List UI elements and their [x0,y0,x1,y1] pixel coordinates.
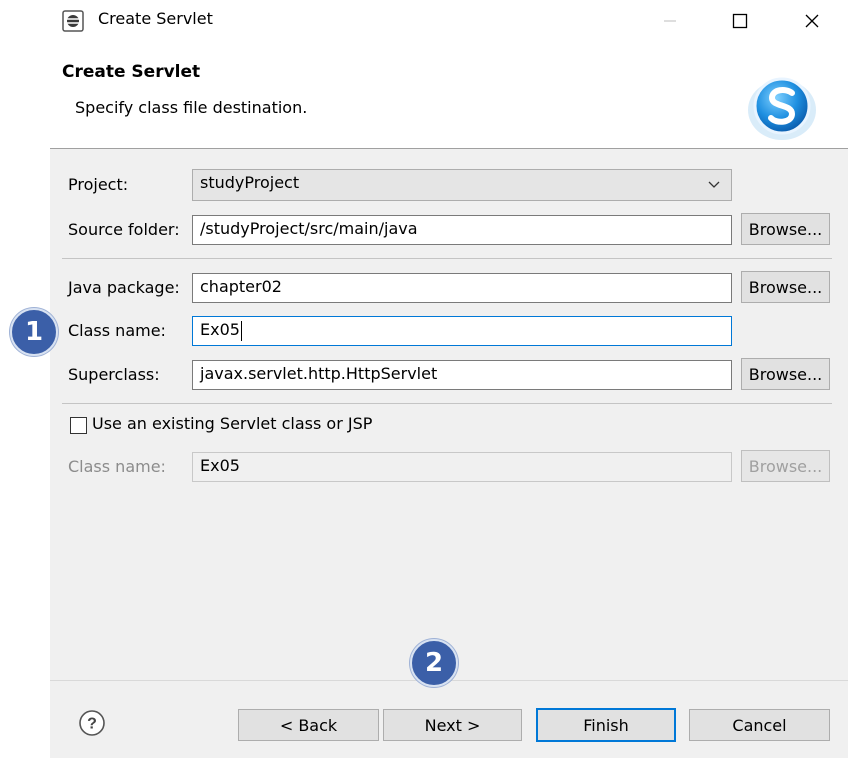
source-folder-field[interactable]: /studyProject/src/main/java [192,215,732,245]
source-folder-label: Source folder: [68,220,180,239]
chevron-down-icon [708,181,720,188]
existing-class-name-label: Class name: [68,457,166,476]
project-label: Project: [68,175,129,194]
class-name-value: Ex05 [200,320,240,339]
help-question-icon[interactable]: ? [78,709,106,737]
existing-class-browse-button: Browse... [741,450,830,482]
section-separator-1 [62,258,832,259]
window-title: Create Servlet [98,9,213,28]
step-2-badge: 2 [410,639,458,687]
java-package-label: Java package: [68,278,180,297]
next-button[interactable]: Next > [383,709,522,741]
superclass-browse-button[interactable]: Browse... [741,358,830,390]
finish-button[interactable]: Finish [536,708,676,742]
cancel-button[interactable]: Cancel [689,709,830,741]
step-1-badge: 1 [10,308,58,356]
project-value: studyProject [200,173,300,192]
project-combo[interactable]: studyProject [192,169,732,201]
superclass-field[interactable]: javax.servlet.http.HttpServlet [192,360,732,390]
eclipse-app-icon [62,10,84,32]
existing-servlet-checkbox[interactable] [70,417,87,434]
text-cursor [240,320,242,341]
minimize-icon[interactable] [650,6,690,36]
source-folder-browse-button[interactable]: Browse... [741,213,830,245]
section-separator-2 [62,403,832,404]
back-button[interactable]: < Back [238,709,379,741]
superclass-label: Superclass: [68,365,160,384]
svg-text:?: ? [87,716,97,733]
servlet-logo-icon [748,77,816,140]
close-icon[interactable] [792,6,832,36]
maximize-icon[interactable] [720,6,760,36]
java-package-field[interactable]: chapter02 [192,273,732,303]
existing-class-name-field: Ex05 [192,452,732,482]
wizard-description: Specify class file destination. [75,98,308,117]
wizard-header [50,42,848,148]
wizard-title: Create Servlet [62,62,201,82]
java-package-browse-button[interactable]: Browse... [741,271,830,303]
class-name-label: Class name: [68,321,166,340]
class-name-field[interactable]: Ex05 [192,316,732,346]
existing-servlet-label[interactable]: Use an existing Servlet class or JSP [92,414,372,433]
